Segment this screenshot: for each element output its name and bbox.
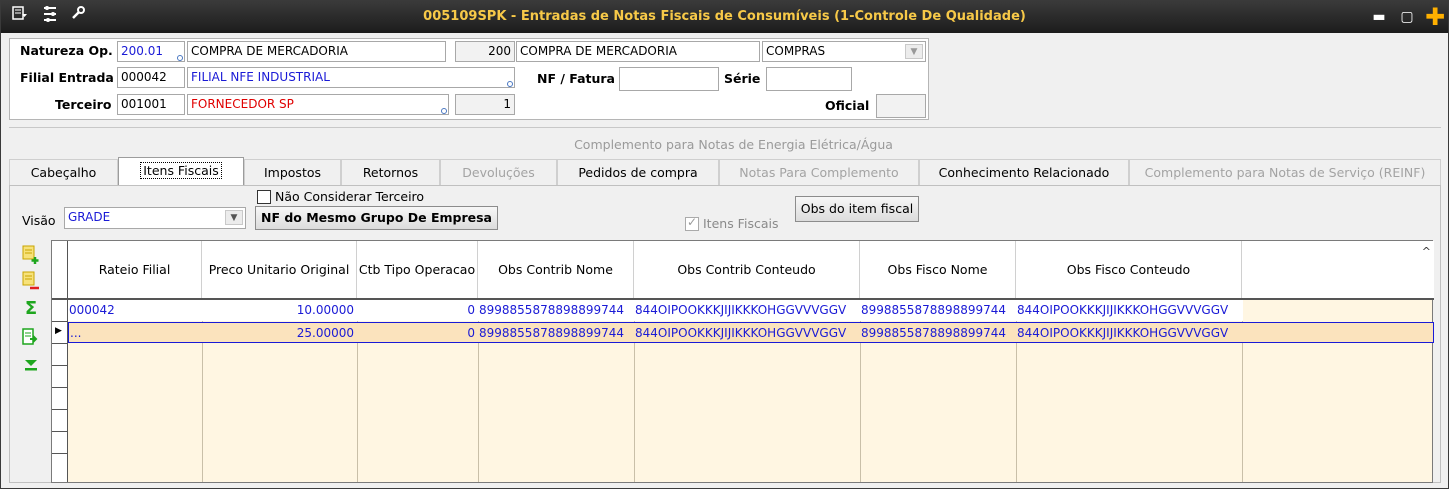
chevron-down-icon[interactable]: ▼ — [905, 44, 923, 59]
natureza-label: Natureza Op. — [20, 43, 113, 58]
nao-considerar-checkbox[interactable] — [257, 190, 271, 204]
cell-obs-contrib-nome[interactable]: 8998855878898899744 — [478, 323, 634, 344]
natureza-type-select[interactable]: COMPRAS ▼ — [762, 41, 926, 62]
divider — [9, 127, 1441, 128]
oficial-field — [876, 94, 926, 118]
cell-rateio-filial[interactable]: 000042 — [68, 300, 202, 321]
tab-complemento-servico[interactable]: Complemento para Notas de Serviço (REINF… — [1129, 159, 1441, 186]
lookup-icon[interactable] — [177, 55, 183, 61]
tab-itens-fiscais[interactable]: Itens Fiscais — [118, 157, 244, 186]
cell-obs-contrib-conteudo[interactable]: 844OIPOOKKKJIJIKKKOHGGVVVGGV — [634, 300, 860, 321]
col-preco-unitario[interactable]: Preco Unitario Original — [202, 241, 357, 298]
terceiro-seq-field: 1 — [455, 94, 515, 115]
main-window: 005109SPK - Entradas de Notas Fiscais de… — [0, 0, 1449, 489]
title-bar: 005109SPK - Entradas de Notas Fiscais de… — [1, 1, 1448, 33]
cell-preco-unitario[interactable]: 25.00000 — [203, 323, 355, 344]
terceiro-label: Terceiro — [55, 97, 112, 112]
nao-considerar-label: Não Considerar Terceiro — [275, 189, 425, 204]
itens-fiscais-check-label: Itens Fiscais — [703, 216, 779, 231]
cell-obs-fisco-nome[interactable]: 8998855878898899744 — [860, 300, 1016, 321]
cell-preco-unitario[interactable]: 10.00000 — [202, 300, 355, 321]
terceiro-name-field[interactable]: FORNECEDOR SP — [187, 94, 449, 115]
move-last-icon[interactable] — [21, 357, 41, 377]
tab-strip: Cabeçalho Itens Fiscais Impostos Retorno… — [9, 157, 1441, 186]
lookup-icon[interactable] — [507, 81, 513, 87]
cell-obs-contrib-conteudo[interactable]: 844OIPOOKKKJIJIKKKOHGGVVVGGV — [634, 323, 860, 344]
terceiro-code-field[interactable]: 001001 — [117, 94, 185, 115]
tab-devolucoes[interactable]: Devoluções — [440, 159, 557, 186]
header-panel: Natureza Op. 200.01 COMPRA DE MERCADORIA… — [9, 38, 929, 120]
table-row[interactable]: 000042 10.00000 0 8998855878898899744 84… — [68, 300, 1243, 321]
natureza-code-field[interactable]: 200.01 — [117, 41, 185, 62]
itens-grid[interactable]: Rateio Filial Preco Unitario Original Ct… — [51, 240, 1434, 483]
tab-retornos[interactable]: Retornos — [341, 159, 440, 186]
oficial-label: Oficial — [825, 98, 870, 113]
tab-impostos[interactable]: Impostos — [244, 159, 341, 186]
current-row-indicator-icon: ▶ — [55, 326, 62, 336]
natureza-code2-field: 200 — [455, 41, 515, 62]
visao-label: Visão — [22, 213, 56, 228]
nf-label: NF / Fatura — [537, 71, 615, 86]
natureza-desc-field: COMPRA DE MERCADORIA — [187, 41, 446, 62]
export-icon[interactable] — [21, 327, 41, 347]
cell-ctb-tipo[interactable]: 0 — [357, 323, 476, 344]
obs-item-fiscal-button[interactable]: Obs do item fiscal — [795, 196, 919, 222]
cell-obs-fisco-conteudo[interactable]: 844OIPOOKKKJIJIKKKOHGGVVVGGV — [1016, 300, 1242, 321]
minimize-button[interactable]: ▬ — [1369, 8, 1389, 26]
tab-complemento-energia[interactable]: Complemento para Notas de Energia Elétri… — [441, 136, 1026, 154]
filial-label: Filial Entrada — [20, 70, 114, 85]
grid-header: Rateio Filial Preco Unitario Original Ct… — [52, 241, 1434, 300]
cell-obs-fisco-nome[interactable]: 8998855878898899744 — [860, 323, 1016, 344]
natureza-desc2-field: COMPRA DE MERCADORIA — [516, 41, 760, 62]
grid-corner — [52, 241, 68, 298]
visao-select[interactable]: GRADE ▼ — [64, 207, 246, 229]
col-obs-contrib-conteudo[interactable]: Obs Contrib Conteudo — [634, 241, 860, 298]
filial-code-field[interactable]: 000042 — [117, 67, 185, 88]
row-indicator-column: ▶ — [52, 300, 68, 482]
add-row-icon[interactable] — [21, 245, 41, 265]
nf-mesmo-grupo-button[interactable]: NF do Mesmo Grupo De Empresa — [255, 206, 498, 230]
tab-cabecalho[interactable]: Cabeçalho — [9, 159, 118, 186]
serie-label: Série — [724, 71, 761, 86]
tab-conhecimento[interactable]: Conhecimento Relacionado — [919, 159, 1129, 186]
col-ctb-tipo-operacao[interactable]: Ctb Tipo Operacao — [357, 241, 478, 298]
chevron-down-icon[interactable]: ▼ — [225, 210, 243, 225]
col-rateio-filial[interactable]: Rateio Filial — [68, 241, 202, 298]
col-obs-fisco-nome[interactable]: Obs Fisco Nome — [860, 241, 1016, 298]
nf-field[interactable] — [619, 67, 719, 91]
maximize-button[interactable]: ▢ — [1397, 8, 1417, 26]
serie-field[interactable] — [766, 67, 852, 91]
itens-fiscais-checkbox[interactable] — [685, 215, 699, 231]
cell-obs-contrib-nome[interactable]: 8998855878898899744 — [478, 300, 634, 321]
col-obs-fisco-conteudo[interactable]: Obs Fisco Conteudo — [1016, 241, 1242, 298]
window-title: 005109SPK - Entradas de Notas Fiscais de… — [423, 9, 1026, 24]
filial-name-field[interactable]: FILIAL NFE INDUSTRIAL — [187, 67, 515, 88]
sum-icon[interactable]: Σ — [21, 299, 41, 319]
tab-notas-complemento[interactable]: Notas Para Complemento — [719, 159, 919, 186]
lookup-icon[interactable] — [441, 108, 447, 114]
tab-pedidos-compra[interactable]: Pedidos de compra — [557, 159, 719, 186]
table-row-selected[interactable]: ... 25.00000 0 8998855878898899744 844OI… — [68, 322, 1434, 343]
col-obs-contrib-nome[interactable]: Obs Contrib Nome — [478, 241, 634, 298]
delete-row-icon[interactable] — [21, 271, 41, 291]
cell-obs-fisco-conteudo[interactable]: 844OIPOOKKKJIJIKKKOHGGVVVGGV — [1016, 323, 1242, 344]
add-plus-icon[interactable]: ✚ — [1425, 5, 1445, 29]
cell-ctb-tipo[interactable]: 0 — [357, 300, 476, 321]
scroll-up-icon[interactable]: ^ — [1422, 245, 1431, 258]
cell-rateio-filial[interactable]: ... — [69, 323, 203, 344]
